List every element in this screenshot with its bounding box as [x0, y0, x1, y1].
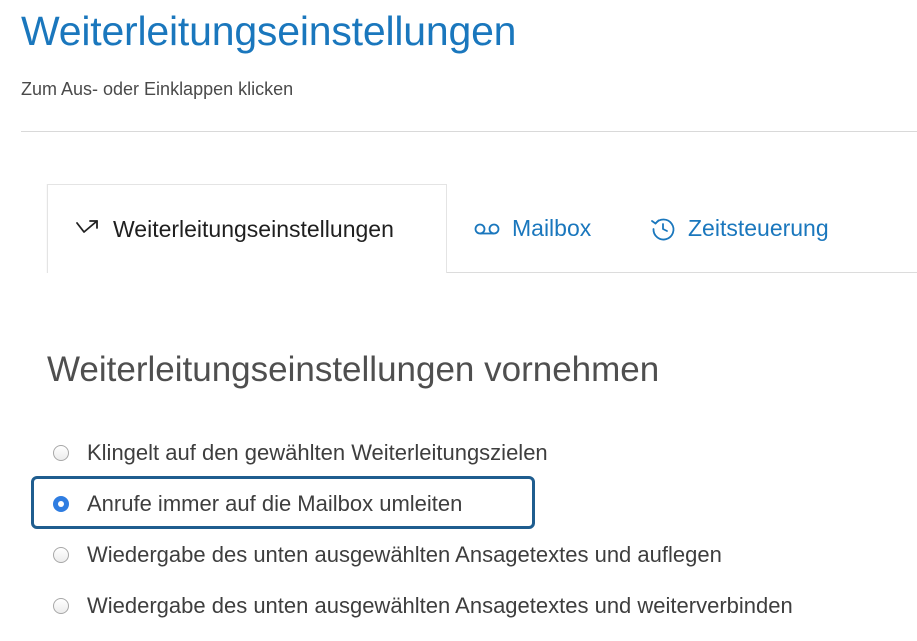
forward-arrow-icon: [75, 219, 101, 239]
option-announcement-hangup[interactable]: Wiedergabe des unten ausgewählten Ansage…: [47, 533, 722, 577]
header-divider: [21, 131, 917, 132]
option-label: Klingelt auf den gewählten Weiterleitung…: [87, 440, 548, 465]
settings-tabs: Weiterleitungseinstellungen Mailbox Zeit…: [47, 184, 917, 274]
radio-announcement-connect[interactable]: [53, 598, 69, 614]
forwarding-settings-page: Weiterleitungseinstellungen Zum Aus- ode…: [0, 0, 917, 641]
option-label: Anrufe immer auf die Mailbox umleiten: [87, 491, 463, 516]
radio-announcement-hangup[interactable]: [53, 547, 69, 563]
voicemail-icon: [474, 222, 500, 236]
collapse-toggle-hint[interactable]: Zum Aus- oder Einklappen klicken: [21, 79, 293, 100]
option-announcement-connect[interactable]: Wiedergabe des unten ausgewählten Ansage…: [47, 584, 793, 628]
tab-time-control[interactable]: Zeitsteuerung: [650, 184, 829, 273]
clock-icon: [650, 216, 676, 242]
tab-time-control-label: Zeitsteuerung: [688, 215, 829, 241]
option-label: Wiedergabe des unten ausgewählten Ansage…: [87, 542, 722, 567]
tab-forwarding-settings[interactable]: Weiterleitungseinstellungen: [47, 184, 447, 273]
tab-mailbox[interactable]: Mailbox: [474, 184, 591, 273]
option-label: Wiedergabe des unten ausgewählten Ansage…: [87, 593, 793, 618]
radio-always-mailbox[interactable]: [53, 496, 69, 512]
section-title: Weiterleitungseinstellungen vornehmen: [47, 350, 660, 389]
option-always-mailbox[interactable]: Anrufe immer auf die Mailbox umleiten: [47, 482, 462, 526]
page-title: Weiterleitungseinstellungen: [21, 8, 517, 54]
tab-forwarding-settings-label: Weiterleitungseinstellungen: [113, 215, 394, 242]
tab-mailbox-label: Mailbox: [512, 215, 592, 241]
option-ring-forward-targets[interactable]: Klingelt auf den gewählten Weiterleitung…: [47, 431, 548, 475]
radio-ring-forward-targets[interactable]: [53, 445, 69, 461]
